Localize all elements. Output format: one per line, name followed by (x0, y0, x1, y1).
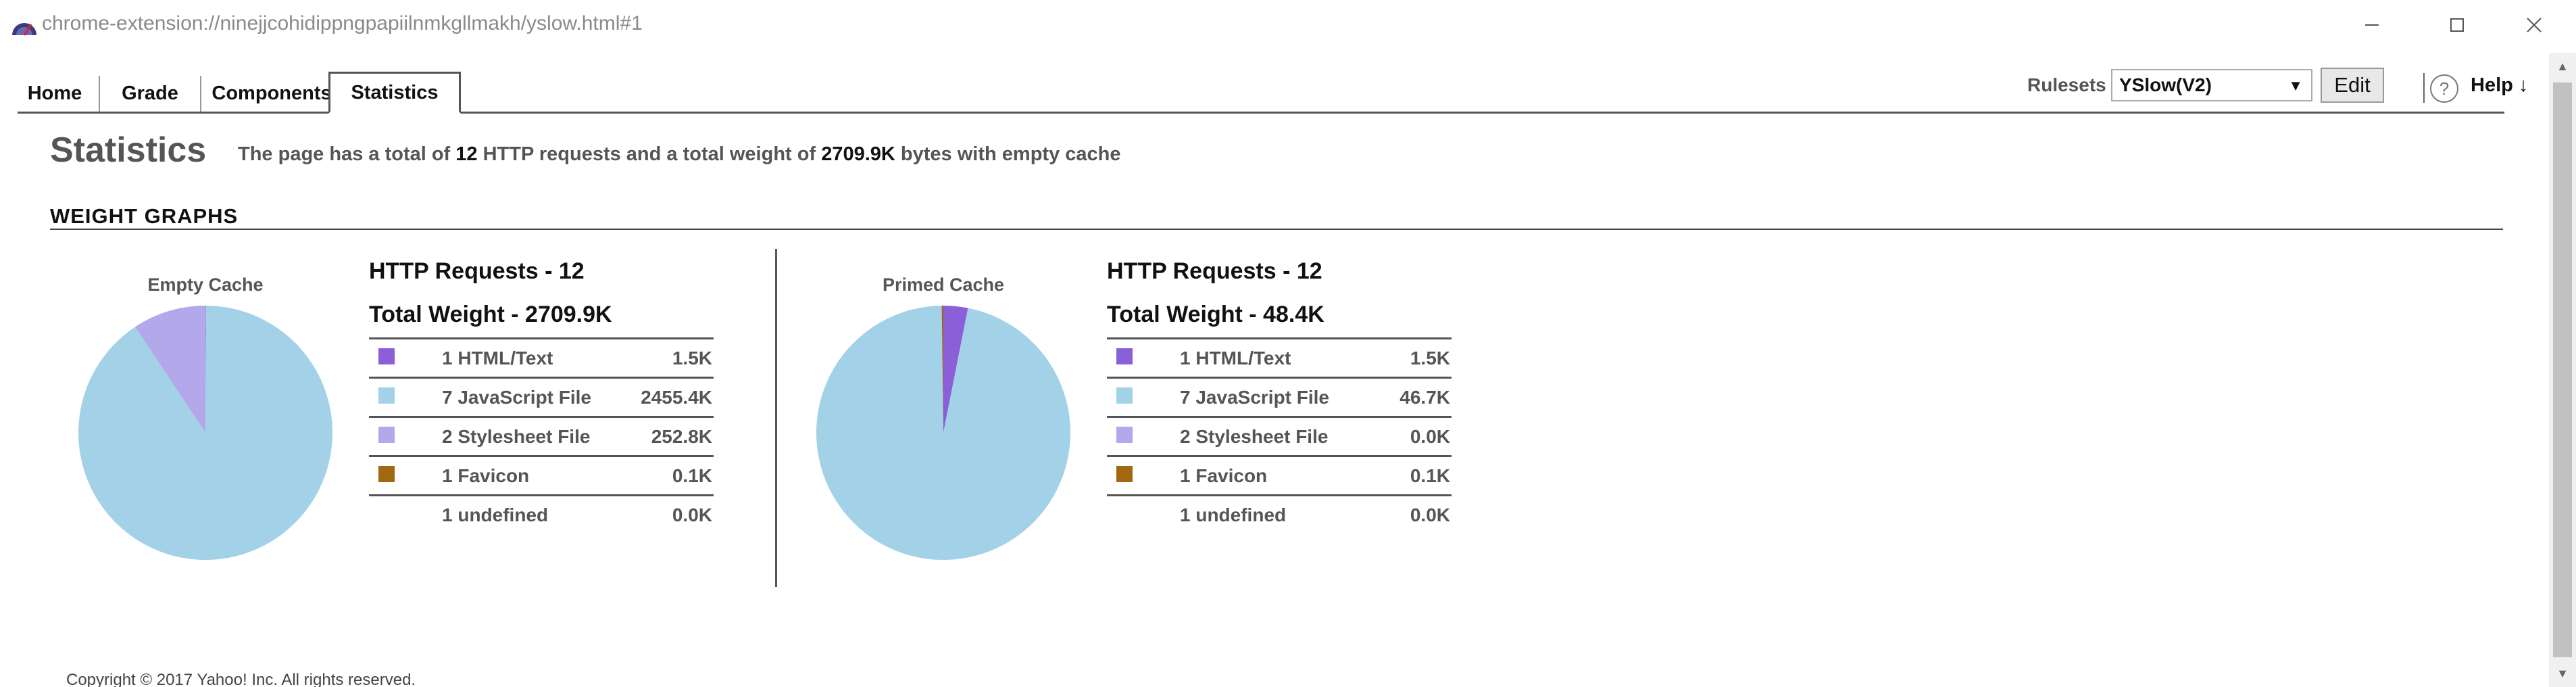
legend-value: 0.0K (1383, 416, 1452, 456)
legend-row: 1 Favicon 0.1K (369, 455, 714, 496)
scroll-up-arrow-icon[interactable]: ▲ (2549, 53, 2576, 80)
legend-swatch (1116, 465, 1133, 482)
legend-label: 2 Stylesheet File (416, 416, 626, 456)
legend-value: 46.7K (1383, 377, 1452, 417)
legend-label: 1 undefined (416, 494, 626, 535)
legend-label: 1 Favicon (1154, 455, 1384, 496)
legend-value: 252.8K (626, 416, 714, 456)
close-button[interactable] (2500, 8, 2568, 42)
legend-swatch (378, 387, 395, 404)
requests-heading-primed-cache: HTTP Requests - 12 (1107, 258, 1322, 284)
minimize-icon (2365, 24, 2379, 26)
legend-value: 2455.4K (626, 377, 714, 417)
legend-row: 1 undefined 0.0K (369, 494, 714, 535)
legend-row: 1 HTML/Text 1.5K (1107, 337, 1452, 378)
legend-swatch (1116, 426, 1133, 443)
rulesets-selected-value: YSlow(V2) (2119, 74, 2212, 95)
legend-label: 7 JavaScript File (416, 377, 626, 417)
pie-chart-empty-cache (78, 306, 333, 560)
legend-label: 1 HTML/Text (1154, 337, 1384, 378)
toolbar-divider (2423, 73, 2425, 103)
requests-heading-empty-cache: HTTP Requests - 12 (369, 258, 585, 284)
legend-row: 1 undefined 0.0K (1107, 494, 1452, 535)
legend-row: 1 HTML/Text 1.5K (369, 337, 714, 378)
legend-row: 1 Favicon 0.1K (1107, 455, 1452, 496)
maximize-icon (2450, 18, 2464, 32)
summary-text: The page has a total of 12 HTTP requests… (238, 143, 1120, 166)
legend-swatch (1116, 348, 1133, 364)
yslow-app-icon (12, 23, 36, 36)
edit-button[interactable]: Edit (2321, 68, 2384, 103)
legend-label: 2 Stylesheet File (1154, 416, 1384, 456)
legend-label: 7 JavaScript File (1154, 377, 1384, 417)
legend-swatch (378, 465, 395, 482)
window-titlebar: chrome-extension://ninejjcohidippngpapii… (0, 0, 2576, 53)
minimize-button[interactable] (2338, 8, 2406, 42)
legend-row: 2 Stylesheet File 0.0K (1107, 416, 1452, 456)
total-requests: 12 (455, 143, 478, 165)
legend-value: 1.5K (626, 337, 714, 378)
dropdown-arrow-icon: ▼ (2288, 77, 2303, 94)
tab-statistics[interactable]: Statistics (328, 72, 461, 114)
legend-swatch (378, 426, 395, 443)
legend-value: 0.1K (626, 455, 714, 496)
rulesets-select[interactable]: YSlow(V2) ▼ (2111, 69, 2312, 101)
scrollbar-thumb[interactable] (2553, 82, 2572, 657)
summary-prefix: The page has a total of (238, 143, 451, 165)
legend-value: 0.0K (1383, 494, 1452, 535)
help-link[interactable]: Help ↓ (2471, 74, 2528, 97)
summary-mid: HTTP requests and a total weight of (482, 143, 816, 165)
section-divider (50, 229, 2503, 230)
close-icon (2527, 18, 2542, 32)
panel-divider (775, 249, 777, 587)
legend-value: 0.0K (626, 494, 714, 535)
legend-table-empty-cache: 1 HTML/Text 1.5K 7 JavaScript File 2455.4K 2… (369, 337, 714, 535)
legend-label: 1 HTML/Text (416, 337, 626, 378)
footer-copyright: Copyright © 2017 Yahoo! Inc. All rights … (66, 671, 416, 687)
pie-caption-primed-cache: Primed Cache (882, 275, 1005, 295)
maximize-button[interactable] (2423, 8, 2491, 42)
window-title: chrome-extension://ninejjcohidippngpapii… (42, 12, 643, 34)
summary-suffix: bytes with empty cache (900, 143, 1121, 165)
legend-row: 2 Stylesheet File 252.8K (369, 416, 714, 456)
total-weight: 2709.9K (821, 143, 895, 165)
weight-heading-primed-cache: Total Weight - 48.4K (1107, 302, 1324, 327)
legend-label: 1 undefined (1154, 494, 1384, 535)
page-title: Statistics (50, 131, 207, 170)
tab-components[interactable]: Components (200, 76, 342, 112)
pie-chart-primed-cache (816, 306, 1070, 560)
weight-heading-empty-cache: Total Weight - 2709.9K (369, 302, 612, 327)
help-icon[interactable]: ? (2430, 74, 2458, 103)
legend-label: 1 Favicon (416, 455, 626, 496)
tab-home[interactable]: Home (18, 76, 92, 112)
legend-table-primed-cache: 1 HTML/Text 1.5K 7 JavaScript File 46.7K 2 S… (1107, 337, 1452, 535)
legend-swatch (378, 348, 395, 364)
rulesets-label: Rulesets (2027, 74, 2106, 95)
pie-caption-empty-cache: Empty Cache (147, 275, 264, 295)
vertical-scrollbar[interactable]: ▲ ▼ (2549, 53, 2576, 687)
legend-row: 7 JavaScript File 46.7K (1107, 377, 1452, 417)
section-title: WEIGHT GRAPHS (50, 204, 239, 228)
legend-value: 0.1K (1383, 455, 1452, 496)
legend-swatch (1116, 387, 1133, 404)
scroll-down-arrow-icon[interactable]: ▼ (2549, 660, 2576, 687)
legend-row: 7 JavaScript File 2455.4K (369, 377, 714, 417)
tab-grade[interactable]: Grade (99, 76, 200, 112)
legend-value: 1.5K (1383, 337, 1452, 378)
